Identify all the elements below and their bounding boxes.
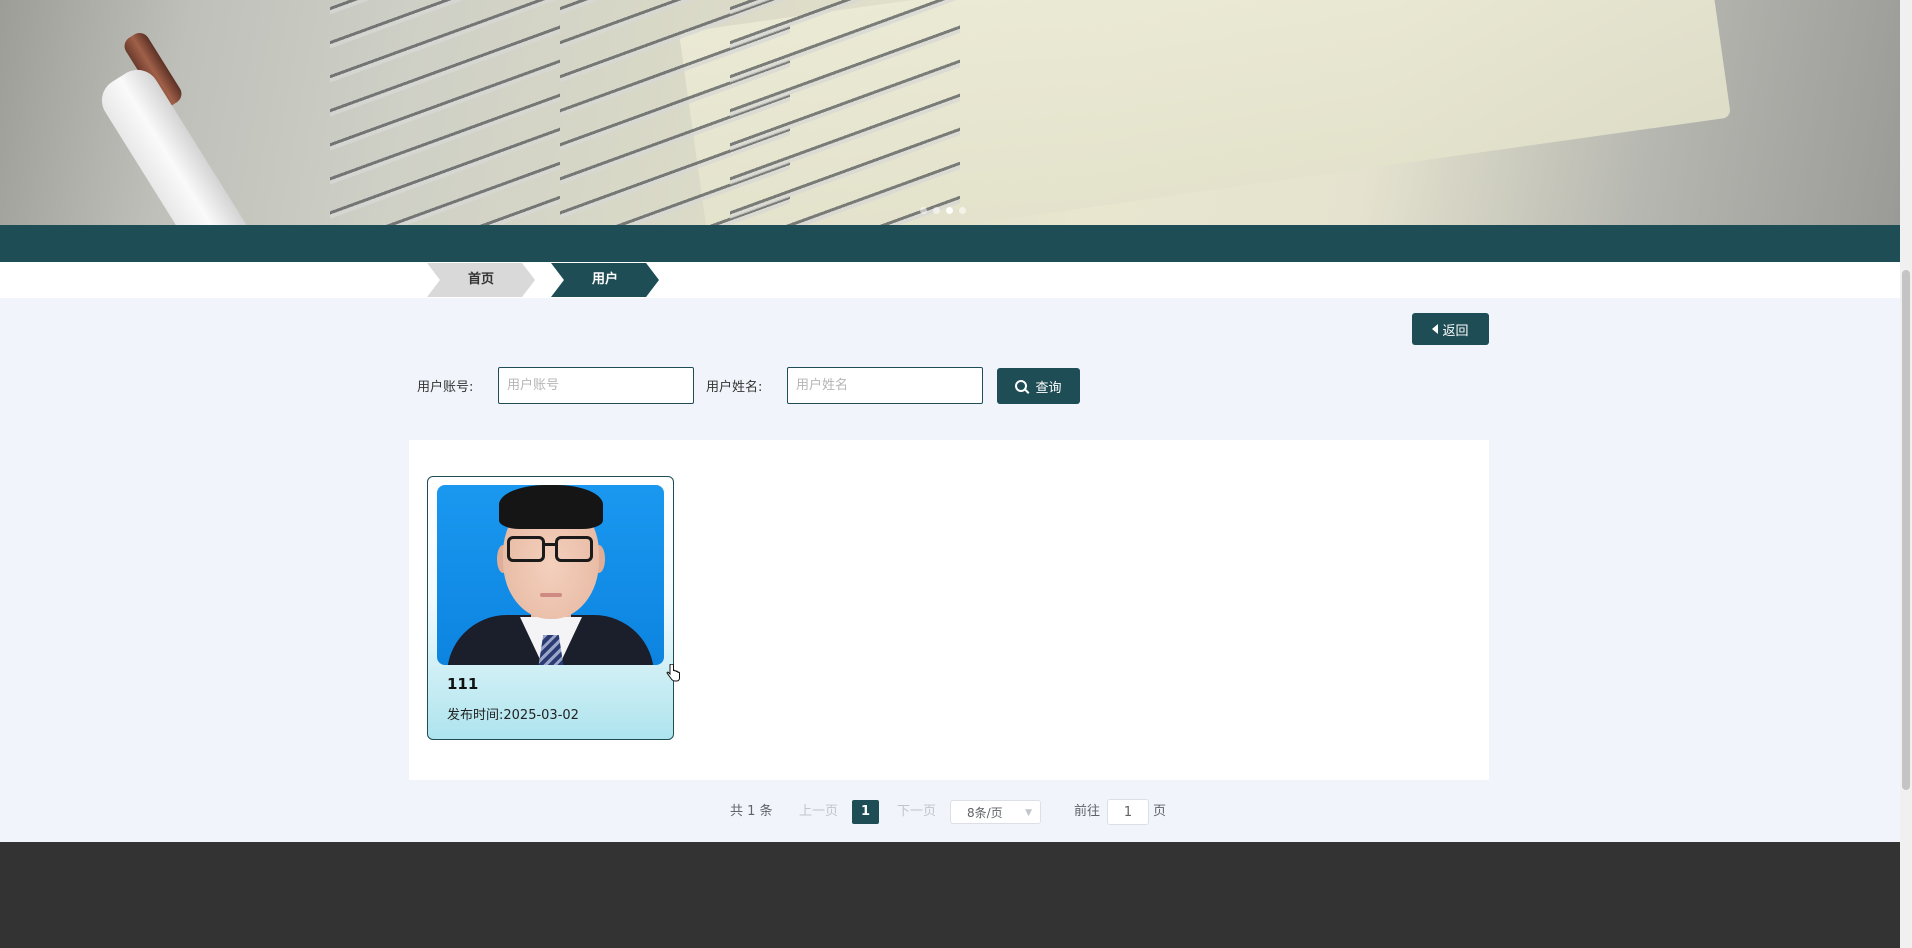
pagination-page[interactable]: 1 [852,800,879,824]
pen-image [93,61,267,225]
back-button-label: 返回 [1442,323,1469,339]
account-input[interactable] [498,367,694,404]
search-icon [1015,380,1028,392]
spiral-binding-1 [330,0,560,225]
photo-mouth [540,593,562,597]
account-label: 用户账号: [417,380,474,395]
pagination-goto-label: 前往 [1074,804,1101,819]
page-scrollbar[interactable] [1900,0,1912,948]
card-date-label: 发布时间: [447,708,504,723]
pagination-goto-input[interactable] [1107,799,1149,825]
photo-glasses-bridge [544,543,556,546]
breadcrumb [0,262,1900,298]
back-button[interactable]: 返回 [1412,313,1489,345]
card-date: 发布时间:2025-03-02 [447,704,579,723]
user-card[interactable]: 111 发布时间:2025-03-02 [427,476,674,740]
carousel-dot[interactable] [959,207,966,214]
card-date-value: 2025-03-02 [503,708,579,723]
photo-hair [499,485,603,529]
photo-glasses [555,536,593,562]
carousel-dot[interactable] [933,207,940,214]
query-button-label: 查询 [1035,380,1062,396]
carousel-dot[interactable] [946,207,953,214]
page-size-select[interactable]: 8条/页 ▼ [950,800,1041,824]
carousel-indicators [920,207,966,214]
banner-carousel[interactable] [0,0,1900,225]
spiral-binding-3 [730,0,960,225]
pagination-goto-unit: 页 [1153,804,1167,819]
photo-glasses [507,536,545,562]
breadcrumb-home[interactable]: 首页 [427,263,535,297]
nav-bar [0,225,1900,262]
carousel-dot[interactable] [920,207,927,214]
scrollbar-thumb[interactable] [1902,270,1910,790]
name-input[interactable] [787,367,983,404]
hand-cursor-icon [666,664,680,682]
chevron-down-icon: ▼ [1025,808,1032,818]
card-title: 111 [447,675,479,693]
pagination-total: 共 1 条 [730,804,773,819]
name-label: 用户姓名: [706,380,763,395]
pagination-prev[interactable]: 上一页 [799,800,838,824]
pagination-next[interactable]: 下一页 [897,800,936,824]
page-size-value: 8条/页 [967,806,1003,820]
query-button[interactable]: 查询 [997,368,1080,404]
footer [0,842,1900,948]
user-photo[interactable] [437,485,664,665]
breadcrumb-current: 用户 [551,263,659,297]
caret-left-icon [1432,324,1439,334]
